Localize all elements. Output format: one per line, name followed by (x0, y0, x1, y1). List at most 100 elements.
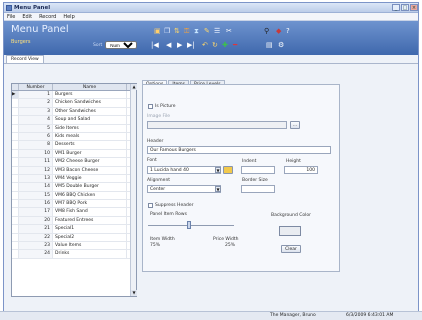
row-selector[interactable] (12, 225, 19, 233)
table-row[interactable]: 12 VM3 Bacon Cheese (12, 166, 136, 175)
cell-number[interactable]: 15 (19, 191, 53, 200)
cell-number[interactable]: 8 (19, 141, 53, 149)
row-selector[interactable] (12, 233, 19, 242)
table-row[interactable]: 24 Drinks (12, 250, 136, 259)
row-selector[interactable] (12, 242, 19, 250)
font-dropdown-icon[interactable]: ▼ (215, 167, 221, 173)
menu-record[interactable]: Record (39, 14, 56, 20)
cell-number[interactable]: 20 (19, 216, 53, 225)
help-icon[interactable]: ? (286, 27, 290, 35)
sort-icon[interactable]: ⇅ (174, 27, 180, 35)
table-row[interactable]: 16 VM7 BBQ Pork (12, 200, 136, 209)
last-record-icon[interactable]: ▶| (187, 41, 195, 49)
table-row[interactable]: 4 Soup and Salad (12, 116, 136, 125)
clear-button[interactable]: Clear (281, 245, 301, 253)
suppress-header-checkbox[interactable] (148, 203, 153, 208)
cell-name[interactable]: VM1 Burger (53, 149, 127, 158)
border-size-input[interactable] (241, 185, 275, 193)
cell-number[interactable]: 14 (19, 183, 53, 191)
cell-name[interactable]: VM6 BBQ Chicken (53, 191, 127, 200)
row-selector[interactable] (12, 116, 19, 124)
height-input[interactable]: 100 (284, 166, 318, 174)
row-selector[interactable] (12, 208, 19, 216)
cut-icon[interactable]: ✂ (226, 27, 232, 35)
cell-number[interactable]: 17 (19, 208, 53, 216)
row-selector[interactable] (12, 166, 19, 174)
save-icon[interactable]: ▣ (154, 27, 161, 35)
filter-icon[interactable]: ⧗ (194, 27, 199, 35)
row-selector[interactable] (12, 191, 19, 200)
diamond-icon[interactable]: ◆ (276, 27, 281, 35)
table-row[interactable]: 3 Other Sandwiches (12, 107, 136, 117)
cell-name[interactable]: VM5 Double Burger (53, 183, 127, 191)
cell-name[interactable]: VM4 Veggie (53, 174, 127, 183)
cell-name[interactable]: Drinks (53, 250, 127, 258)
cell-number[interactable]: 13 (19, 174, 53, 183)
maximize-button[interactable]: □ (401, 4, 409, 11)
cell-name[interactable]: Featured Entrees (53, 216, 127, 225)
cell-name[interactable]: Special1 (53, 225, 127, 233)
row-selector[interactable] (12, 132, 19, 141)
row-selector[interactable] (12, 124, 19, 132)
cell-name[interactable]: Special2 (53, 233, 127, 242)
cell-name[interactable]: Value Items (53, 242, 127, 250)
print-icon[interactable]: ▤ (266, 41, 273, 49)
table-row[interactable]: 6 Kids meals (12, 132, 136, 142)
first-record-icon[interactable]: |◀ (151, 41, 159, 49)
item-width-slider[interactable] (187, 221, 191, 229)
table-row[interactable]: 23 Value Items (12, 242, 136, 251)
table-row[interactable]: 21 Special1 (12, 225, 136, 234)
table-row[interactable]: ▶ 1 Burgers (12, 91, 136, 100)
add-record-icon[interactable]: ✚ (222, 41, 228, 49)
cell-name[interactable]: Burgers (53, 91, 127, 99)
browse-button[interactable]: ... (290, 121, 300, 129)
table-row[interactable]: 11 VM2 Cheese Burger (12, 158, 136, 167)
row-selector[interactable] (12, 200, 19, 208)
row-selector[interactable] (12, 158, 19, 166)
table-row[interactable]: 13 VM4 Veggie (12, 174, 136, 184)
table-row[interactable]: 8 Desserts (12, 141, 136, 150)
cell-name[interactable]: Side Items (53, 124, 127, 132)
scroll-up-icon[interactable]: ▲ (131, 84, 137, 90)
cell-number[interactable]: 21 (19, 225, 53, 233)
cell-name[interactable]: Kids meals (53, 132, 127, 141)
cell-number[interactable]: 4 (19, 116, 53, 124)
cell-number[interactable]: 1 (19, 91, 53, 99)
cell-name[interactable]: VM7 BBQ Pork (53, 200, 127, 208)
column-number[interactable]: Number (19, 84, 53, 90)
table-row[interactable]: 17 VM8 Fish Sand (12, 208, 136, 217)
cell-name[interactable]: Desserts (53, 141, 127, 149)
header-input[interactable]: Our Famous Burgers (147, 146, 331, 154)
cell-name[interactable]: VM2 Cheese Burger (53, 158, 127, 166)
menu-file[interactable]: File (7, 14, 15, 20)
indent-input[interactable] (241, 166, 275, 174)
cell-number[interactable]: 5 (19, 124, 53, 132)
cell-name[interactable]: Other Sandwiches (53, 107, 127, 116)
is-picture-checkbox[interactable] (148, 104, 153, 109)
alignment-dropdown-icon[interactable]: ▼ (215, 186, 221, 192)
row-selector[interactable] (12, 99, 19, 107)
tab-record-view[interactable]: Record View (6, 55, 44, 63)
table-row[interactable]: 15 VM6 BBQ Chicken (12, 191, 136, 201)
menu-help[interactable]: Help (63, 14, 74, 20)
cell-number[interactable]: 24 (19, 250, 53, 258)
cell-number[interactable]: 2 (19, 99, 53, 107)
table-row[interactable]: 2 Chicken Sandwiches (12, 99, 136, 108)
table-row[interactable]: 5 Side Items (12, 124, 136, 133)
row-selector[interactable] (12, 250, 19, 258)
cell-number[interactable]: 3 (19, 107, 53, 116)
delete-record-icon[interactable]: ━ (233, 41, 237, 49)
row-selector[interactable] (12, 141, 19, 149)
cell-name[interactable]: VM8 Fish Sand (53, 208, 127, 216)
lock-icon[interactable]: ⚿ (184, 27, 189, 35)
row-selector[interactable] (12, 149, 19, 158)
font-select[interactable]: 1 Lucida hand 40 (147, 166, 221, 174)
row-selector[interactable]: ▶ (12, 91, 19, 99)
table-row[interactable]: 10 VM1 Burger (12, 149, 136, 159)
copy-icon[interactable]: ❐ (164, 27, 170, 35)
settings-icon[interactable]: ⚙ (278, 41, 284, 49)
table-row[interactable]: 22 Special2 (12, 233, 136, 243)
cell-name[interactable]: VM3 Bacon Cheese (53, 166, 127, 174)
minimize-button[interactable]: _ (392, 4, 400, 11)
next-record-icon[interactable]: ▶ (177, 41, 182, 49)
